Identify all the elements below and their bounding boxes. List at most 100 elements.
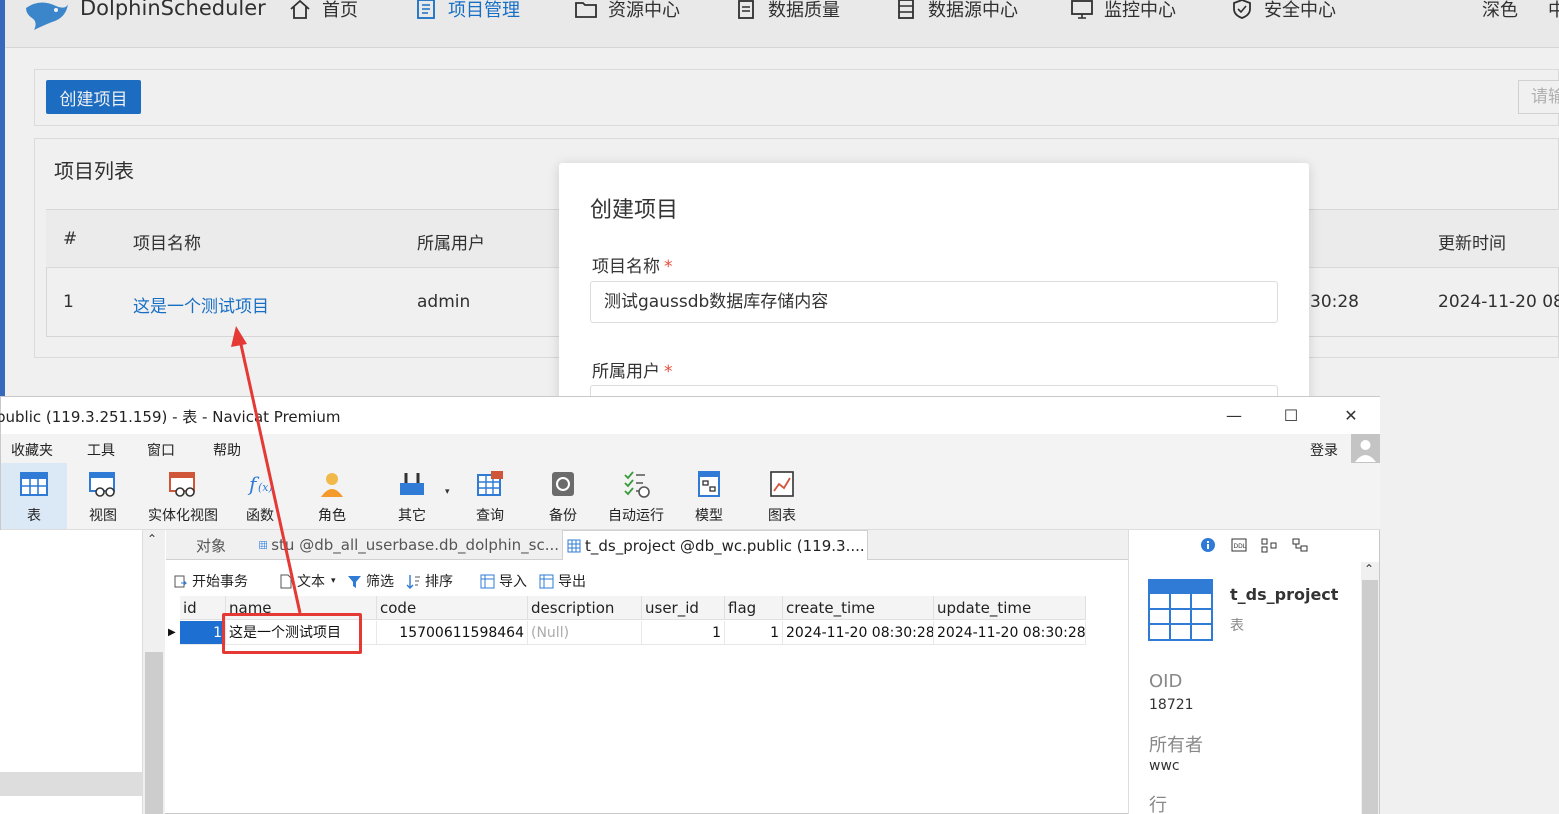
menu-datasource-label: 数据源中心 [928,0,1018,21]
info-pane-scroll-thumb[interactable] [1362,580,1378,814]
highlight-box [222,613,362,654]
object-tree-scroll-thumb[interactable] [145,652,163,814]
column-header-code[interactable]: code [377,596,528,620]
tab-objects[interactable]: 对象 [168,530,254,560]
menu-datasource[interactable]: 数据源中心 [894,0,1018,22]
cell-code[interactable]: 15700611598464 [377,621,528,645]
language-switch[interactable]: 中 [1548,0,1559,22]
menu-resource-label: 资源中心 [608,0,680,21]
import-button-label: 导入 [499,574,527,590]
scroll-up-icon[interactable]: ⌃ [147,532,157,546]
toolbar-view-label: 视图 [89,508,117,524]
owner-label: 所属用户 * [592,357,673,382]
import-button[interactable]: 导入 [480,571,527,591]
menu-security[interactable]: 安全中心 [1230,0,1336,22]
menu-window[interactable]: 窗口 [147,440,175,460]
toolbar-table[interactable]: 表 [1,463,67,529]
menu-home-label: 首页 [322,0,358,21]
filter-button[interactable]: 筛选 [347,571,394,591]
menu-help[interactable]: 帮助 [213,440,241,460]
table-icon [20,472,48,496]
cell-create-time[interactable]: 2024-11-20 08:30:28 [783,621,934,645]
toolbar-model[interactable]: 模型 [686,463,732,529]
info-scroll-up-icon[interactable]: ⌃ [1364,562,1374,576]
dependencies-icon[interactable] [1261,537,1277,553]
menu-project-label: 项目管理 [448,0,520,21]
export-button[interactable]: 导出 [539,571,586,591]
project-name-input[interactable]: 测试gaussdb数据库存储内容 [590,281,1278,323]
info-rows-label: 行 [1149,795,1167,814]
model-icon [698,471,720,497]
close-button[interactable]: ✕ [1328,397,1374,434]
cell-update-time[interactable]: 2024-11-20 08:30:28 [934,621,1086,645]
database-icon [898,0,914,19]
toolbar-chart-label: 图表 [768,508,796,524]
menu-monitor-label: 监控中心 [1104,0,1176,21]
monitor-icon [1071,0,1093,19]
toolbar-role-label: 角色 [318,508,346,524]
column-header-update-time[interactable]: update_time [934,596,1086,620]
toolbar-autorun[interactable]: 自动运行 [603,463,669,529]
required-mark: * [664,362,673,382]
structure-icon[interactable] [1292,537,1308,553]
tab-stu[interactable]: stu @db_all_userbase.db_dolphin_sc... [256,530,559,560]
table-icon [567,539,581,552]
theme-toggle[interactable]: 深色 [1482,0,1518,22]
toolbar-other-dropdown-icon[interactable]: ▾ [445,487,450,497]
column-header-description[interactable]: description [528,596,642,620]
brand-name: DolphinScheduler [80,0,266,20]
cell-description[interactable]: (Null) [528,621,642,645]
info-owner-value: wwc [1149,758,1180,774]
avatar[interactable] [1351,434,1380,463]
toolbar-backup[interactable]: 备份 [540,463,586,529]
begin-transaction-button[interactable]: 开始事务 [173,571,248,591]
maximize-button[interactable]: ☐ [1268,397,1314,434]
search-input[interactable]: 请输 [1518,80,1559,114]
minimize-button[interactable]: — [1211,397,1257,434]
column-header-id[interactable]: id [180,596,226,620]
export-icon [539,574,554,588]
theme-toggle-label: 深色 [1482,0,1518,21]
menu-monitor[interactable]: 监控中心 [1070,0,1176,22]
tab-stu-label: stu @db_all_userbase.db_dolphin_sc... [271,536,559,554]
td-index: 1 [63,292,74,312]
toolbar-backup-label: 备份 [549,508,577,524]
login-link[interactable]: 登录 [1310,440,1338,460]
autorun-icon [624,471,650,498]
project-name-label: 项目名称 * [592,252,673,277]
navicat-titlebar: public (119.3.251.159) - 表 - Navicat Pre… [0,397,1380,434]
tab-t-ds-project[interactable]: t_ds_project @db_wc.public (119.3.... [562,530,868,560]
menu-tools[interactable]: 工具 [87,440,115,460]
cell-flag[interactable]: 1 [725,621,783,645]
toolbar-function[interactable]: f (x) 函数 [237,463,283,529]
menu-resource[interactable]: 资源中心 [574,0,680,22]
toolbar-view[interactable]: 视图 [77,463,129,529]
cell-user-id[interactable]: 1 [642,621,725,645]
menu-home[interactable]: 首页 [288,0,358,22]
toolbar-query[interactable]: 查询 [467,463,513,529]
column-header-create-time[interactable]: create_time [783,596,934,620]
toolbar-materialized-view[interactable]: 实体化视图 [141,463,225,529]
navicat-title: public (119.3.251.159) - 表 - Navicat Pre… [0,408,341,426]
chevron-down-icon: ▾ [331,576,336,586]
column-header-user-id[interactable]: user_id [642,596,725,620]
menu-data-quality[interactable]: 数据质量 [734,0,840,22]
th-update-time: 更新时间 [1438,234,1506,254]
menu-favorites[interactable]: 收藏夹 [11,440,53,460]
info-icon[interactable] [1200,537,1216,553]
info-table-type: 表 [1230,618,1244,634]
toolbar-chart[interactable]: 图表 [759,463,805,529]
toolbar-role[interactable]: 角色 [309,463,355,529]
text-button[interactable]: 文本 ▾ [278,571,336,591]
project-name-link[interactable]: 这是一个测试项目 [133,292,269,317]
sort-button[interactable]: 排序 [406,571,453,591]
create-project-button[interactable]: 创建项目 [46,80,141,114]
column-header-flag[interactable]: flag [725,596,783,620]
ddl-icon[interactable]: DDL [1231,537,1247,553]
table-large-icon [1148,579,1213,641]
object-tree-selected-row[interactable] [0,772,143,796]
menu-project[interactable]: 项目管理 [414,0,520,22]
cell-id[interactable]: 1 [180,621,226,645]
query-icon [477,471,503,496]
toolbar-other[interactable]: 其它 [387,463,437,529]
